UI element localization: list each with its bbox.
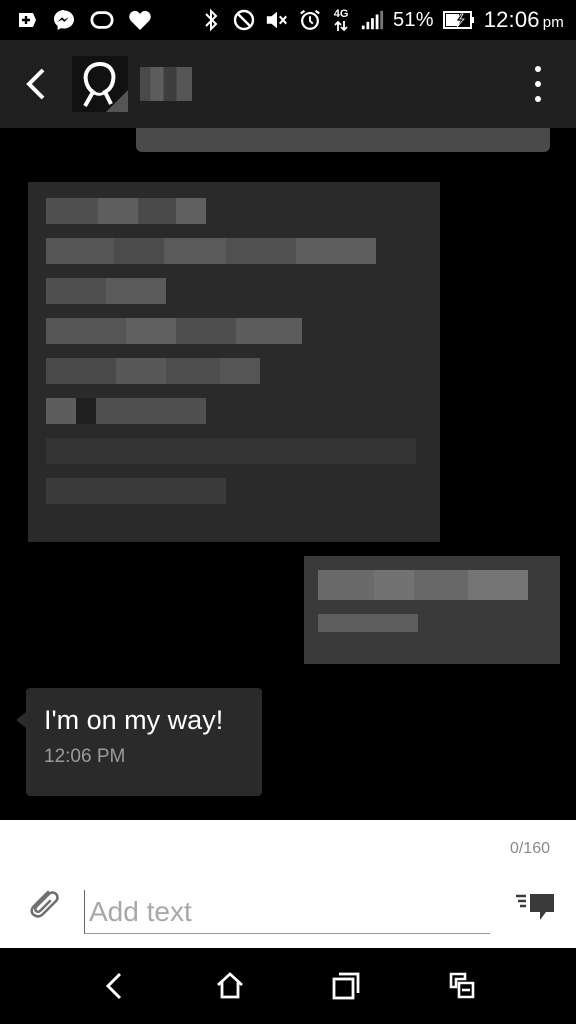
nav-home-button[interactable]: [200, 956, 260, 1016]
heart-icon: [128, 8, 152, 32]
message-text: I'm on my way!: [44, 705, 224, 735]
send-icon: [516, 894, 554, 920]
screenshot-icon: [449, 972, 475, 999]
back-button[interactable]: [0, 40, 72, 128]
bluetooth-icon: [199, 8, 223, 32]
add-icon: [14, 8, 38, 32]
attach-button[interactable]: [24, 884, 60, 924]
message-bubble-sent-redacted-2[interactable]: [304, 556, 560, 664]
overflow-menu-icon: [535, 66, 541, 72]
overflow-menu-button[interactable]: [528, 66, 548, 102]
oval-icon: [90, 8, 114, 32]
message-input[interactable]: [84, 890, 490, 934]
signal-icon: [360, 8, 384, 32]
clock: 12:06 pm: [483, 7, 564, 32]
recents-icon: [332, 972, 360, 1000]
message-bubble-received[interactable]: I'm on my way! 12:06 PM: [16, 688, 262, 796]
message-timestamp: 12:06 PM: [44, 746, 126, 767]
contact-name-redacted: [140, 67, 192, 101]
alarm-icon: [298, 8, 322, 32]
navigation-bar: [0, 948, 576, 1024]
nav-back-button[interactable]: [84, 956, 144, 1016]
contact-avatar[interactable]: [72, 56, 128, 112]
do-not-disturb-icon: [232, 8, 256, 32]
conversation-header: [0, 40, 576, 128]
nav-recents-button[interactable]: [316, 956, 376, 1016]
battery-percent: 51%: [393, 8, 434, 31]
home-icon: [217, 972, 243, 999]
message-bubble-received-redacted[interactable]: [28, 182, 440, 542]
mute-icon: [265, 8, 289, 32]
messenger-icon: [52, 8, 76, 32]
back-icon: [105, 972, 122, 1000]
send-button[interactable]: [514, 890, 556, 924]
paperclip-icon: [30, 890, 59, 918]
character-counter: 0/160: [509, 840, 550, 857]
chevron-left-icon: [26, 68, 45, 100]
message-bubble-sent-redacted[interactable]: [136, 128, 550, 152]
status-bar: 4G 51% 12:06 pm: [0, 0, 576, 40]
battery-charging-icon: [442, 8, 475, 32]
nav-screenshot-button[interactable]: [432, 956, 492, 1016]
message-composer: 0/160: [0, 820, 576, 948]
4g-icon: 4G: [331, 8, 351, 32]
message-list[interactable]: I'm on my way! 12:06 PM: [0, 128, 576, 820]
notification-icons: [14, 8, 152, 32]
system-status: 4G 51% 12:06 pm: [199, 7, 564, 33]
